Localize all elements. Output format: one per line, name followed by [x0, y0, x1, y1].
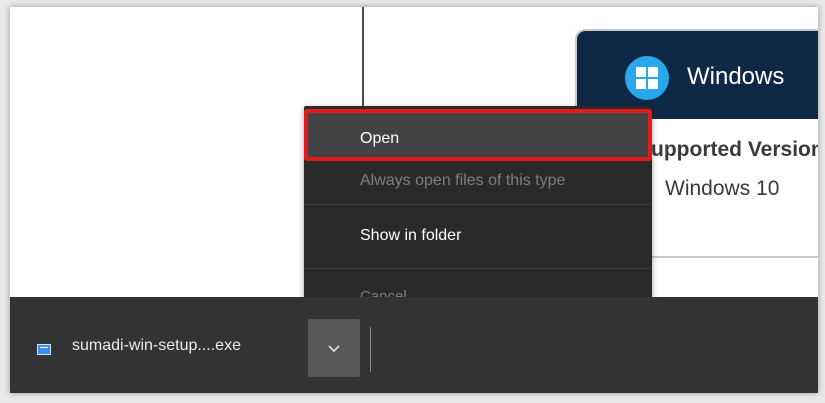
- menu-separator: [304, 204, 652, 205]
- download-shelf: sumadi-win-setup....exe: [10, 297, 818, 393]
- card-title: Windows: [687, 63, 785, 90]
- download-file-name[interactable]: sumadi-win-setup....exe: [72, 337, 241, 355]
- screenshot-frame: Windows Supported Versions Windows 10 Op…: [10, 7, 818, 393]
- chevron-down-icon: [328, 345, 340, 352]
- download-menu-button[interactable]: [308, 319, 360, 377]
- menu-item-open[interactable]: Open: [304, 109, 652, 161]
- supported-versions-label: Supported Versions: [637, 138, 818, 161]
- exe-file-icon: [37, 344, 51, 355]
- windows-logo-icon: [625, 56, 669, 100]
- shelf-separator: [370, 327, 371, 372]
- download-context-menu: Open Always open files of this type Show…: [304, 106, 652, 324]
- menu-item-always-open[interactable]: Always open files of this type: [304, 166, 652, 196]
- windows-version-text: Windows 10: [665, 177, 780, 200]
- menu-separator: [304, 268, 652, 269]
- menu-item-show-in-folder[interactable]: Show in folder: [304, 216, 652, 256]
